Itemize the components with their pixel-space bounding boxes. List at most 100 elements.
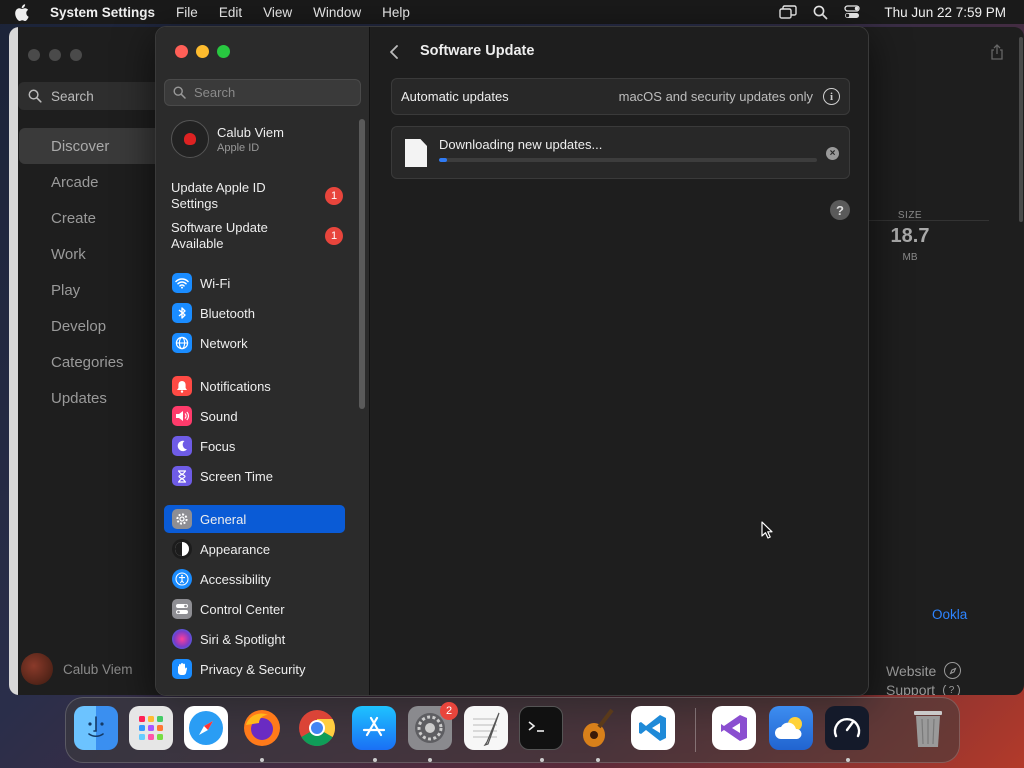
wifi-icon [172,273,192,293]
siri-icon [172,629,192,649]
bg-nav-updates[interactable]: Updates [19,380,169,416]
running-indicator [596,758,600,762]
bg-user-name: Calub Viem [63,661,133,677]
alert-label: Software Update Available [171,220,268,251]
firefox-icon[interactable] [240,706,284,750]
vscode-icon[interactable] [631,706,675,750]
speedtest-icon[interactable] [825,706,869,750]
sidebar-item-sound[interactable]: Sound [164,402,345,430]
control-center-icon[interactable] [844,5,861,19]
accessibility-icon [172,569,192,589]
bg-nav-create[interactable]: Create [19,200,169,236]
weather-icon[interactable] [769,706,813,750]
bg-nav-develop[interactable]: Develop [19,308,169,344]
apple-menu-icon[interactable] [14,3,30,21]
visual-studio-icon[interactable] [712,706,756,750]
download-progress-fill [439,158,447,162]
search-input[interactable] [194,85,354,100]
menu-edit[interactable]: Edit [219,5,242,20]
menu-window[interactable]: Window [313,5,361,20]
size-value: 18.7 [890,225,930,247]
close-button[interactable] [175,45,188,58]
running-indicator [428,758,432,762]
support-link[interactable]: Support ? [886,685,961,695]
sidebar-item-label: Sound [200,408,238,424]
search-icon [173,86,186,99]
textedit-icon[interactable] [464,706,508,750]
sidebar-item-control-center[interactable]: Control Center [164,595,345,623]
sidebar-item-privacy-security[interactable]: Privacy & Security [164,655,345,683]
dock-separator [695,708,696,752]
safari-icon[interactable] [184,706,228,750]
website-label: Website [886,662,937,679]
alert-apple-id-settings[interactable]: Update Apple ID Settings 1 [171,180,356,212]
search-icon[interactable] [813,5,828,20]
sidebar-item-label: Network [200,335,248,351]
account-name: Calub Viem [217,124,284,140]
zoom-button[interactable] [217,45,230,58]
minimize-button[interactable] [196,45,209,58]
bluetooth-icon [172,303,192,323]
trash-icon[interactable] [906,706,950,750]
sidebar-item-label: Control Center [200,601,285,617]
apple-id-account[interactable]: Calub Viem Apple ID [171,120,284,158]
sidebar-scrollbar[interactable] [359,119,365,409]
alert-software-update[interactable]: Software Update Available 1 [171,220,356,252]
bg-nav-categories[interactable]: Categories [19,344,169,380]
sidebar-item-label: Privacy & Security [200,661,306,677]
sidebar-item-wifi[interactable]: Wi-Fi [164,269,345,297]
background-traffic-lights [28,49,82,61]
mouse-cursor-icon [761,521,773,542]
sidebar-item-appearance[interactable]: Appearance [164,535,345,563]
sidebar-item-siri-spotlight[interactable]: Siri & Spotlight [164,625,345,653]
sidebar-item-general[interactable]: General [164,505,345,533]
automatic-updates-row[interactable]: Automatic updates macOS and security upd… [391,78,850,115]
garageband-icon[interactable] [575,706,619,750]
bg-close-button[interactable] [28,49,40,61]
appearance-icon [172,539,192,559]
sidebar-item-label: Wi-Fi [200,275,231,291]
help-button[interactable]: ? [830,200,850,220]
cancel-download-button[interactable]: × [826,147,839,160]
finder-icon[interactable] [74,706,118,750]
bg-nav-discover[interactable]: Discover [19,128,169,164]
sidebar-item-screen-time[interactable]: Screen Time [164,462,345,490]
sidebar-item-label: Notifications [200,378,271,394]
avatar [21,653,53,685]
bg-minimize-button[interactable] [49,49,61,61]
menu-clock[interactable]: Thu Jun 22 7:59 PM [884,5,1006,20]
moon-icon [172,436,192,456]
menu-app-name[interactable]: System Settings [50,5,155,20]
sidebar-item-focus[interactable]: Focus [164,432,345,460]
menu-file[interactable]: File [176,5,198,20]
alert-badge: 1 [325,227,343,245]
sidebar-item-accessibility[interactable]: Accessibility [164,565,345,593]
bg-nav-play[interactable]: Play [19,272,169,308]
bg-nav-arcade[interactable]: Arcade [19,164,169,200]
menu-help[interactable]: Help [382,5,410,20]
launchpad-icon[interactable] [129,706,173,750]
running-indicator [373,758,377,762]
sidebar-item-bluetooth[interactable]: Bluetooth [164,299,345,327]
bg-scrollbar[interactable] [1019,37,1023,222]
account-subtitle: Apple ID [217,141,260,154]
back-chevron-icon[interactable] [389,43,405,61]
sidebar-search[interactable] [164,79,361,106]
chrome-icon[interactable] [295,706,339,750]
menu-view[interactable]: View [263,5,292,20]
screen-mirroring-icon[interactable] [779,5,798,19]
bg-search-field[interactable]: Search [18,82,178,110]
sidebar-item-network[interactable]: Network [164,329,345,357]
website-link[interactable]: Website [886,662,962,679]
bg-user-account[interactable]: Calub Viem [21,653,133,685]
terminal-icon[interactable] [519,706,563,750]
system-settings-window: Calub Viem Apple ID Update Apple ID Sett… [155,26,869,696]
info-icon[interactable]: i [823,88,840,105]
bg-zoom-button[interactable] [70,49,82,61]
app-store-icon[interactable] [352,706,396,750]
bg-nav-work[interactable]: Work [19,236,169,272]
sidebar-item-notifications[interactable]: Notifications [164,372,345,400]
share-icon[interactable] [990,44,1004,63]
running-indicator [540,758,544,762]
developer-link[interactable]: Ookla [932,607,967,622]
